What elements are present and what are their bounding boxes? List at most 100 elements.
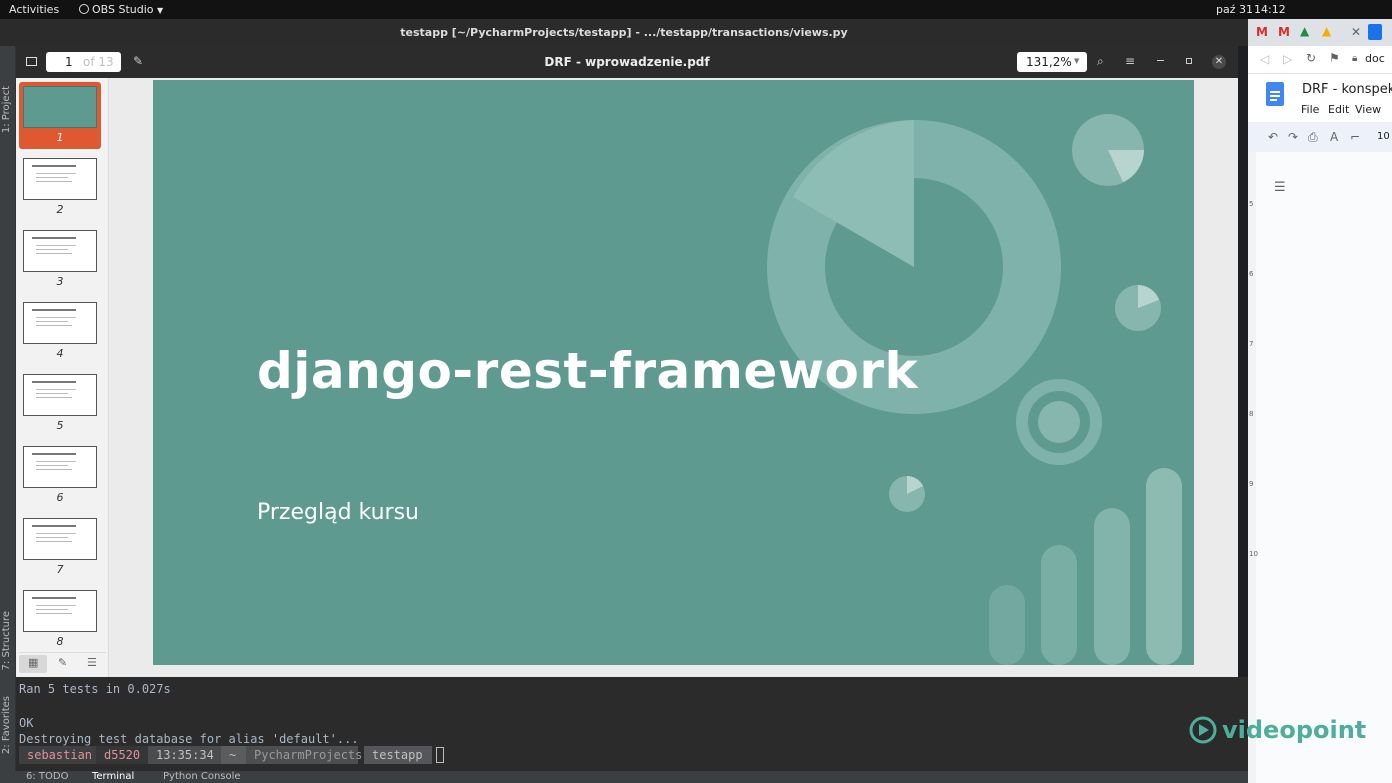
python-console-tab[interactable]: Python Console	[163, 771, 241, 782]
slide-title: django-rest-framework	[257, 342, 919, 400]
doc-title[interactable]: DRF - konspekt	[1302, 82, 1392, 97]
terminal-panel[interactable]: Ran 5 tests in 0.027s OK Destroying test…	[16, 677, 1248, 771]
edit-icon: ✎	[58, 656, 68, 669]
videopoint-watermark: videopoint	[1188, 712, 1388, 752]
pycharm-title-bar: testapp [~/PycharmProjects/testapp] - ..…	[0, 19, 1248, 46]
thumbnail-number: 2	[56, 203, 64, 216]
menu-edit[interactable]: Edit	[1328, 103, 1349, 116]
url-text[interactable]: doc	[1365, 52, 1385, 65]
bottom-tool-tabs: 6: TODO Terminal Python Console	[0, 771, 1248, 783]
slide-subtitle: Przegląd kursu	[257, 500, 419, 525]
play-icon	[1189, 716, 1217, 744]
thumbnail-preview	[23, 86, 97, 128]
page-thumbnail[interactable]: 4	[19, 298, 101, 361]
bar-1	[989, 585, 1025, 665]
ruler-number: 9	[1249, 480, 1254, 488]
page-thumbnail[interactable]: 1	[19, 82, 101, 149]
page-thumbnail[interactable]: 8	[19, 586, 101, 649]
pdf-header-bar: 1 of 13 ✎ DRF - wprowadzenie.pdf 131,2% …	[16, 46, 1238, 78]
lock-icon: 🔒︎	[1352, 53, 1358, 64]
structure-tool-tab[interactable]: 7: Structure	[1, 611, 12, 670]
undo-icon[interactable]: ↶	[1268, 130, 1278, 144]
print-icon[interactable]: ⎙	[1308, 130, 1318, 145]
maximize-icon	[1186, 58, 1192, 64]
page-thumbnail[interactable]: 2	[19, 154, 101, 217]
chrome-window: M M ▲ ▲ ✕ ◁ ▷ ↻ ⚑ 🔒︎ doc DRF - konspekt …	[1189, 19, 1392, 783]
date-label[interactable]: paź 31	[1216, 3, 1253, 16]
obs-app-name: OBS Studio	[92, 3, 154, 16]
gmail-tab-icon[interactable]: M	[1278, 25, 1290, 39]
clock-label[interactable]: 14:12	[1254, 3, 1286, 16]
ruler-number: 10	[1249, 550, 1258, 558]
thumbnail-sidebar[interactable]: 1 2 3 4 5 6 7 8 ▦ ✎ ☰	[16, 78, 109, 677]
forward-icon[interactable]: ▷	[1283, 52, 1292, 66]
page-thumbnail[interactable]: 3	[19, 226, 101, 289]
chrome-tab-strip: M M ▲ ▲ ✕	[1248, 19, 1392, 46]
close-button[interactable]: ✕	[1211, 52, 1227, 72]
terminal-line: Destroying test database for alias 'defa…	[19, 732, 359, 746]
back-icon[interactable]: ◁	[1260, 52, 1269, 66]
activities-button[interactable]: Activities	[9, 3, 59, 16]
terminal-line: OK	[19, 716, 34, 730]
annotations-view-button[interactable]: ✎	[49, 655, 77, 673]
reload-icon[interactable]: ↻	[1306, 51, 1316, 65]
ruler-number: 5	[1249, 200, 1254, 208]
thumbnails-view-button[interactable]: ▦	[19, 655, 47, 673]
close-tab-icon[interactable]: ✕	[1351, 25, 1361, 39]
prompt-dir-2: testapp	[364, 746, 432, 764]
todo-tab[interactable]: 6: TODO	[26, 771, 68, 782]
favorites-tool-tab[interactable]: 2: Favorites	[1, 696, 12, 754]
page-thumbnail[interactable]: 6	[19, 442, 101, 505]
terminal-cursor	[436, 747, 444, 763]
docs-tab-icon[interactable]	[1368, 24, 1382, 40]
chrome-toolbar: ◁ ▷ ↻ ⚑ 🔒︎ doc	[1248, 46, 1392, 74]
system-top-bar: Activities OBS Studio ▼ paź 31 14:12	[0, 0, 1392, 19]
docs-logo-icon[interactable]	[1266, 82, 1284, 106]
minimize-icon	[1157, 60, 1164, 61]
page-thumbnail[interactable]: 7	[19, 514, 101, 577]
menu-file[interactable]: File	[1301, 103, 1319, 116]
zoom-value: 131,2%	[1026, 55, 1072, 69]
font-size-field[interactable]: 10	[1377, 131, 1390, 142]
docs-canvas[interactable]: ☰ 5 6 7 8 9 10 videopoint	[1189, 152, 1392, 783]
thumbnail-preview	[23, 302, 97, 344]
thumbnail-preview	[23, 518, 97, 560]
terminal-tab[interactable]: Terminal	[92, 771, 134, 782]
drive-tab-icon[interactable]: ▲	[1300, 24, 1309, 38]
outline-icon[interactable]: ☰	[1274, 180, 1286, 195]
ruler-number: 7	[1249, 340, 1254, 348]
docs-header: DRF - konspekt File Edit View	[1248, 74, 1392, 122]
pdf-page-slide: django-rest-framework Przegląd kursu	[153, 80, 1194, 665]
menu-button[interactable]: ≡	[1120, 52, 1140, 72]
bookmark-icon[interactable]: ⚑	[1329, 51, 1340, 65]
project-tool-tab[interactable]: 1: Project	[1, 86, 12, 133]
prompt-host: d5520	[96, 746, 148, 764]
menu-view[interactable]: View	[1355, 103, 1381, 116]
thumbnail-preview	[23, 158, 97, 200]
thumbnail-preview	[23, 590, 97, 632]
drive-tab-icon[interactable]: ▲	[1322, 24, 1331, 38]
search-icon: ⌕	[1097, 54, 1104, 68]
prompt-time: 13:35:34	[148, 746, 223, 764]
maximize-button[interactable]	[1181, 52, 1197, 72]
hamburger-icon: ≡	[1125, 54, 1136, 68]
docs-toolbar: ↶ ↷ ⎙ A ⌐ 10	[1248, 122, 1392, 152]
minimize-button[interactable]	[1153, 52, 1169, 72]
terminal-line: Ran 5 tests in 0.027s	[19, 682, 171, 696]
thumbnail-preview	[23, 446, 97, 488]
outline-view-button[interactable]: ☰	[78, 655, 106, 673]
paint-format-icon[interactable]: ⌐	[1350, 130, 1360, 144]
obs-app-menu[interactable]: OBS Studio ▼	[79, 3, 163, 16]
redo-icon[interactable]: ↷	[1288, 130, 1298, 144]
window-title: testapp [~/PycharmProjects/testapp] - ..…	[400, 26, 848, 39]
search-button[interactable]: ⌕	[1093, 52, 1113, 72]
gmail-tab-icon[interactable]: M	[1256, 25, 1268, 39]
thumbnail-preview	[23, 374, 97, 416]
ruler-number: 6	[1249, 270, 1254, 278]
thumbnail-preview	[23, 230, 97, 272]
page-thumbnail[interactable]: 5	[19, 370, 101, 433]
thumbnail-number: 3	[56, 275, 64, 288]
zoom-select[interactable]: 131,2% ▼	[1017, 52, 1087, 72]
left-tool-stripe: 1: Project 7: Structure 2: Favorites	[0, 46, 16, 783]
spellcheck-icon[interactable]: A	[1330, 130, 1338, 144]
